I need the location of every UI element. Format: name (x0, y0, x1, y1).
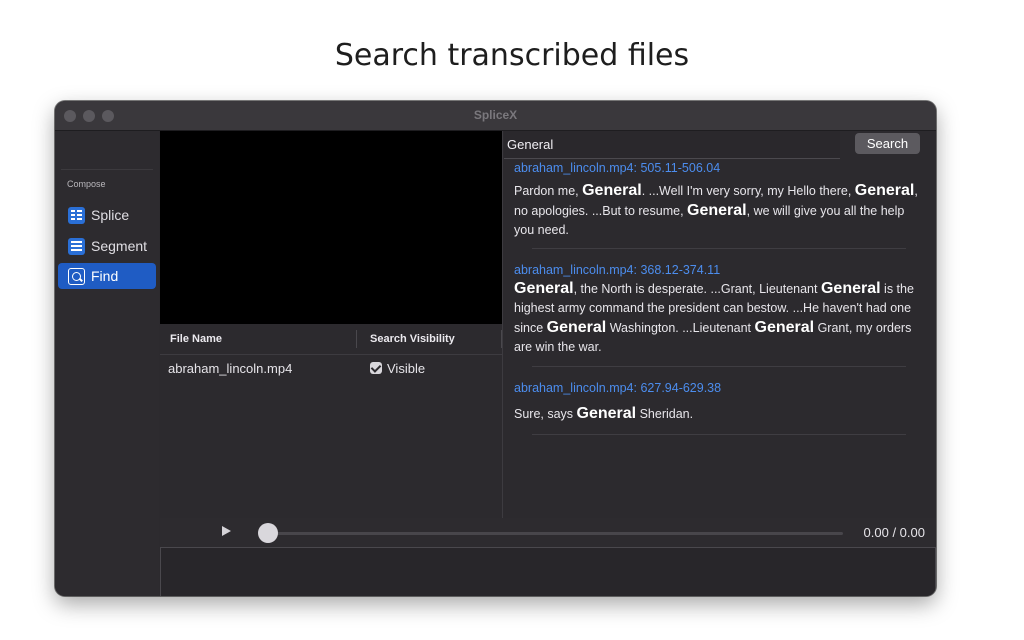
match-highlight: General (754, 319, 815, 336)
match-highlight: General (820, 280, 881, 297)
result-text-segment: Pardon me, (514, 184, 583, 198)
table-header: File Name Search Visibility (160, 324, 502, 355)
progress-handle[interactable] (258, 523, 278, 543)
column-divider[interactable] (356, 330, 357, 348)
video-preview[interactable] (160, 131, 502, 324)
search-button[interactable]: Search (855, 133, 920, 154)
sidebar-item-find[interactable]: Find (58, 263, 156, 289)
result-title[interactable]: abraham_lincoln.mp4: 627.94-629.38 (514, 381, 924, 395)
search-input[interactable] (504, 131, 840, 159)
result-divider (532, 248, 906, 249)
splice-icon (68, 206, 85, 224)
app-window: SpliceX Compose Splice Segment Find File… (55, 101, 936, 596)
page-heading: Search transcribed files (334, 38, 690, 73)
time-readout: 0.00 / 0.00 (863, 525, 925, 540)
result-text-segment: Sure, says (514, 407, 577, 421)
result-text-segment: , the North is desperate. ...Grant, Lieu… (573, 282, 821, 296)
play-icon[interactable] (222, 526, 231, 536)
result-title[interactable]: abraham_lincoln.mp4: 505.11-506.04 (514, 161, 924, 175)
result-text: General, the North is desperate. ...Gran… (514, 279, 924, 357)
title-bar: SpliceX (55, 101, 936, 131)
result-text-segment: Washington. ...Lieutenant (606, 321, 755, 335)
match-highlight: General (546, 319, 607, 336)
match-highlight: General (576, 405, 637, 422)
window-title: SpliceX (473, 108, 518, 122)
search-result[interactable]: abraham_lincoln.mp4: 368.12-374.11 Gener… (514, 263, 924, 357)
visibility-cell: Visible (370, 361, 425, 376)
result-divider (532, 434, 906, 435)
visible-checkbox[interactable] (370, 362, 382, 374)
timeline-area[interactable] (160, 547, 936, 596)
match-highlight: General (687, 202, 747, 219)
sidebar-item-segment[interactable]: Segment (58, 233, 156, 259)
file-name-cell: abraham_lincoln.mp4 (168, 361, 293, 376)
playback-bar: 0.00 / 0.00 (160, 518, 936, 547)
result-text: Pardon me, General. ...Well I'm very sor… (514, 181, 924, 240)
match-highlight: General (582, 182, 642, 199)
sidebar-item-splice[interactable]: Splice (58, 202, 156, 228)
sidebar-divider (61, 169, 153, 170)
sidebar-item-label: Segment (91, 238, 148, 254)
sidebar: Compose Splice Segment Find (55, 131, 159, 596)
match-highlight: General (854, 182, 915, 199)
result-divider (532, 366, 906, 367)
column-header-file-name[interactable]: File Name (170, 333, 222, 345)
panel-divider[interactable] (502, 131, 503, 518)
segment-icon (68, 237, 85, 255)
visibility-label: Visible (387, 361, 426, 376)
file-table: File Name Search Visibility abraham_linc… (160, 324, 502, 518)
search-result[interactable]: abraham_lincoln.mp4: 627.94-629.38 Sure,… (514, 381, 924, 424)
sidebar-item-label: Splice (91, 207, 130, 223)
column-header-search-visibility[interactable]: Search Visibility (370, 333, 455, 345)
result-text: Sure, says General Sheridan. (514, 404, 924, 424)
progress-track[interactable] (275, 532, 843, 535)
sidebar-item-label: Find (91, 268, 119, 284)
find-icon (68, 267, 85, 285)
search-result[interactable]: abraham_lincoln.mp4: 505.11-506.04 Pardo… (514, 161, 924, 240)
match-highlight: General (514, 280, 574, 297)
result-text-segment: Sheridan. (636, 407, 694, 421)
result-text-segment: . ...Well I'm very sorry, my Hello there… (641, 184, 855, 198)
sidebar-section-label: Compose (67, 179, 106, 189)
result-title[interactable]: abraham_lincoln.mp4: 368.12-374.11 (514, 263, 924, 277)
